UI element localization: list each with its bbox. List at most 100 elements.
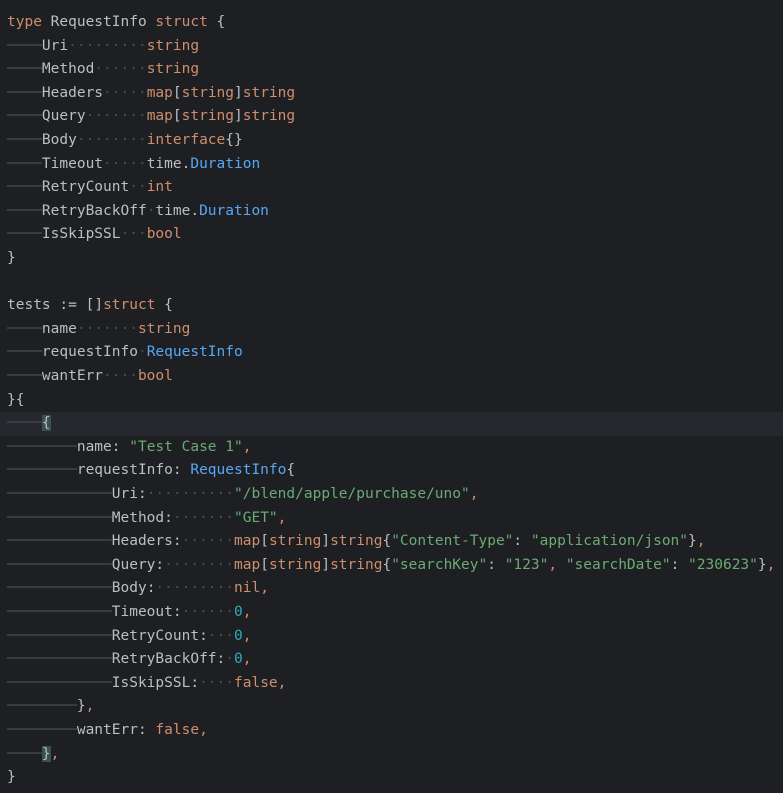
code-token: ] bbox=[321, 533, 331, 550]
code-token: : bbox=[670, 556, 689, 573]
indent-guide-marker: ········· bbox=[68, 37, 147, 54]
code-token: 0 bbox=[234, 627, 243, 644]
code-token: RequestInfo bbox=[146, 344, 243, 361]
indent-guide-marker: ········ bbox=[164, 556, 234, 573]
code-token: } bbox=[41, 745, 51, 762]
code-token: bool bbox=[146, 226, 182, 243]
code-line[interactable]: ────────}, bbox=[0, 695, 783, 719]
code-line[interactable]: ────IsSkipSSL···bool bbox=[0, 223, 783, 247]
code-line[interactable]: }{ bbox=[0, 389, 783, 413]
code-token: struct bbox=[155, 14, 208, 30]
code-token: : bbox=[172, 604, 182, 620]
code-line[interactable]: ────────────Timeout:······0, bbox=[0, 601, 783, 625]
code-line[interactable]: type RequestInfo struct { bbox=[0, 11, 783, 35]
indent-guide-marker: ──── bbox=[7, 155, 42, 172]
indent-guide-marker: ──── bbox=[7, 368, 42, 384]
code-token: "searchDate" bbox=[565, 556, 671, 573]
indent-guide-marker: ──── bbox=[7, 108, 42, 125]
code-token: 0 bbox=[234, 651, 243, 668]
indent-guide-marker: ···· bbox=[103, 368, 138, 384]
code-token: RetryCount bbox=[111, 627, 200, 644]
code-line[interactable]: ────────────Query:········map[string]str… bbox=[0, 554, 783, 578]
code-token: "searchKey" bbox=[391, 556, 488, 573]
indent-guide-marker: ──────── bbox=[7, 438, 77, 455]
code-line[interactable]: ────}, bbox=[0, 743, 783, 767]
code-token: map bbox=[234, 556, 261, 573]
code-token: , bbox=[50, 745, 60, 762]
code-token: { bbox=[382, 556, 392, 573]
code-token: wantErr bbox=[76, 722, 138, 738]
code-line[interactable]: ────────requestInfo: RequestInfo{ bbox=[0, 459, 783, 483]
indent-guide-marker: ──────────── bbox=[7, 674, 112, 691]
code-line[interactable]: ────RetryBackOff·time.Duration bbox=[0, 200, 783, 224]
code-token: Timeout bbox=[41, 155, 104, 172]
indent-guide-marker: ──────────── bbox=[7, 509, 112, 526]
code-token: { bbox=[382, 533, 392, 550]
code-token: "/blend/apple/purchase/uno" bbox=[234, 486, 470, 502]
code-line[interactable]: ────────wantErr: false, bbox=[0, 719, 783, 743]
code-token: : bbox=[513, 533, 531, 550]
code-token: } bbox=[76, 698, 86, 715]
code-line[interactable]: ────────────Uri:··········"/blend/apple/… bbox=[0, 483, 783, 507]
code-line[interactable]: ────Method······string bbox=[0, 58, 783, 82]
code-token: , bbox=[469, 486, 479, 502]
code-token: Headers bbox=[41, 84, 104, 101]
indent-guide-marker: ──────────── bbox=[7, 651, 112, 668]
code-line[interactable]: ────────────Body:·········nil, bbox=[0, 577, 783, 601]
code-line[interactable]: ────Timeout·····time.Duration bbox=[0, 153, 783, 177]
code-line[interactable]: ────wantErr····bool bbox=[0, 365, 783, 389]
code-line[interactable]: ────RetryCount··int bbox=[0, 176, 783, 200]
code-line[interactable]: ────name·······string bbox=[0, 318, 783, 342]
code-token: name bbox=[41, 320, 77, 337]
code-token: map bbox=[146, 84, 173, 101]
code-token: Query bbox=[41, 108, 86, 125]
indent-guide-marker: ──── bbox=[7, 179, 42, 196]
code-line[interactable]: ────Body········interface{} bbox=[0, 129, 783, 153]
indent-guide-marker: ──────── bbox=[7, 462, 77, 479]
code-token: {} bbox=[225, 132, 243, 148]
indent-guide-marker: ──────── bbox=[7, 698, 77, 715]
code-token: int bbox=[146, 179, 173, 196]
code-line[interactable]: ────────────Headers:······map[string]str… bbox=[0, 530, 783, 554]
code-token: } bbox=[688, 533, 697, 550]
code-token: : bbox=[172, 533, 182, 550]
indent-guide-marker: ──────────── bbox=[7, 604, 112, 620]
code-token: : bbox=[487, 556, 505, 573]
code-token: Duration bbox=[190, 155, 261, 172]
code-token: [ bbox=[260, 556, 269, 573]
code-line[interactable]: ────────────RetryCount:···0, bbox=[0, 625, 783, 649]
code-token: , bbox=[85, 698, 95, 715]
code-line[interactable]: ────requestInfo·RequestInfo bbox=[0, 341, 783, 365]
code-line[interactable] bbox=[0, 271, 783, 295]
code-line[interactable]: ────────────Method:·······"GET", bbox=[0, 507, 783, 531]
indent-guide-marker: ──── bbox=[7, 226, 42, 243]
code-token: , bbox=[199, 722, 208, 738]
code-token: false bbox=[234, 674, 278, 691]
code-line[interactable]: ────Query·······map[string]string bbox=[0, 105, 783, 129]
code-line[interactable]: ────Headers·····map[string]string bbox=[0, 82, 783, 106]
code-token: string bbox=[330, 556, 383, 573]
code-line[interactable]: ────────────RetryBackOff:·0, bbox=[0, 648, 783, 672]
code-token: [ bbox=[172, 108, 182, 125]
code-token: [ bbox=[172, 84, 182, 101]
indent-guide-marker: ·· bbox=[129, 179, 147, 196]
code-line[interactable]: ────────name: "Test Case 1", bbox=[0, 436, 783, 460]
code-line[interactable]: ────{ bbox=[0, 412, 783, 436]
code-token: type bbox=[7, 14, 42, 30]
code-line[interactable]: ────Uri·········string bbox=[0, 35, 783, 59]
indent-guide-marker: ······ bbox=[181, 533, 234, 550]
code-token: , bbox=[548, 556, 566, 573]
indent-guide-marker: ──── bbox=[7, 132, 42, 148]
indent-guide-marker: ──────────── bbox=[7, 533, 112, 550]
code-line[interactable]: tests := []struct { bbox=[0, 294, 783, 318]
code-token: map bbox=[146, 108, 173, 125]
code-line[interactable]: } bbox=[0, 766, 783, 790]
code-editor[interactable]: type RequestInfo struct {────Uri········… bbox=[0, 0, 783, 793]
code-token: , bbox=[242, 651, 252, 668]
code-token: { bbox=[41, 415, 51, 432]
indent-guide-marker: ······· bbox=[172, 509, 234, 526]
code-token: string bbox=[181, 84, 235, 101]
code-token: string bbox=[242, 84, 296, 101]
code-line[interactable]: ────────────IsSkipSSL:····false, bbox=[0, 672, 783, 696]
code-line[interactable]: } bbox=[0, 247, 783, 271]
